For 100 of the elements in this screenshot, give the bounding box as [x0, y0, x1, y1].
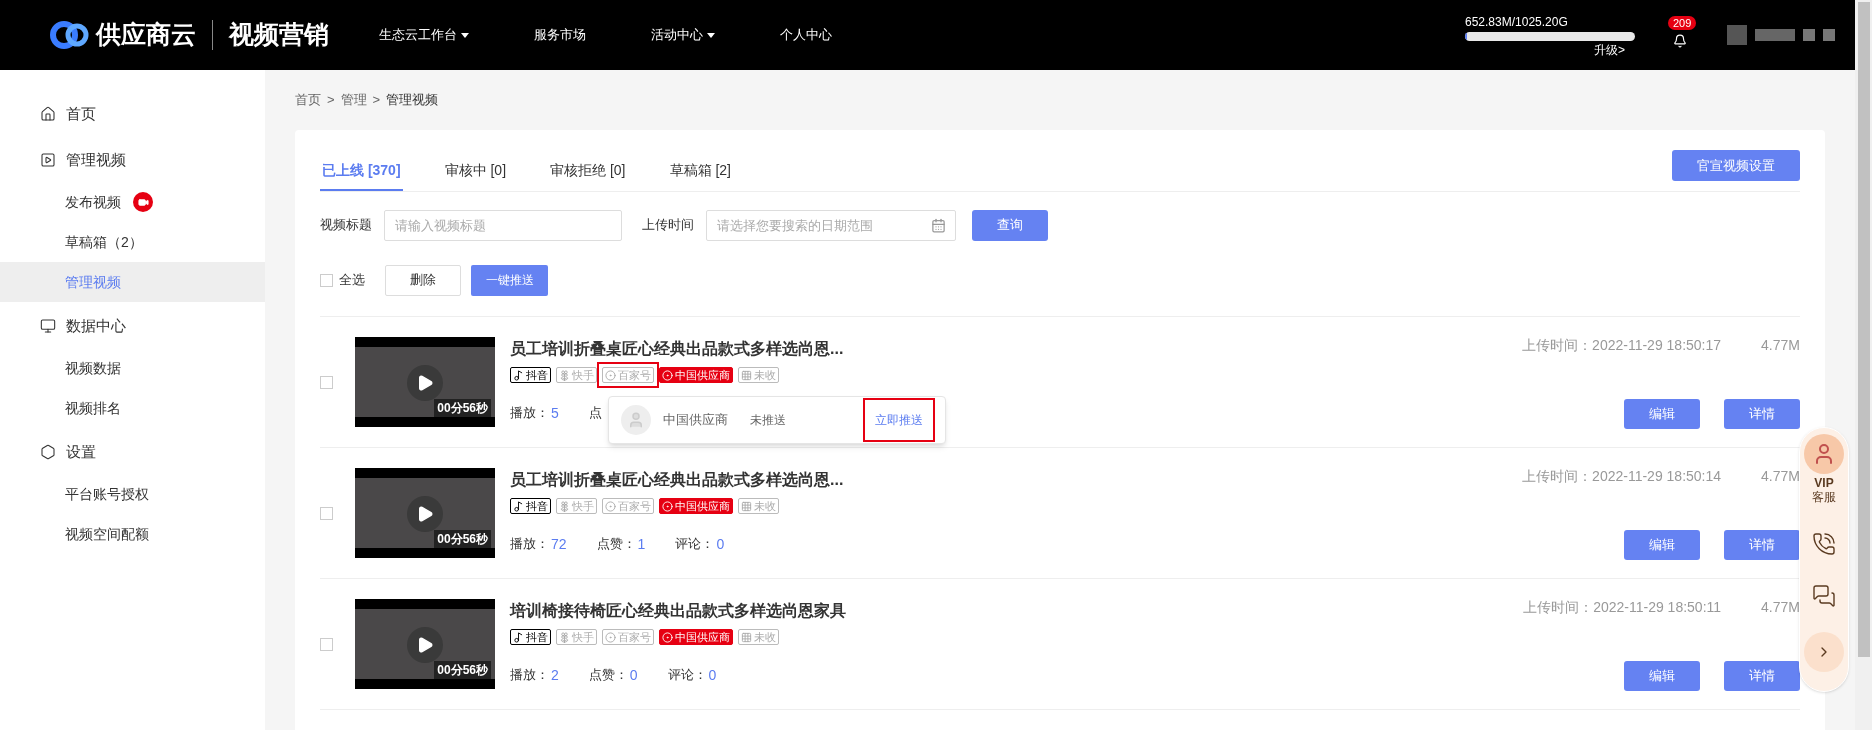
stat-value: 0: [708, 666, 717, 685]
stat-value: 0: [629, 666, 638, 685]
scrollbar[interactable]: [1855, 0, 1872, 730]
bell-icon[interactable]: [1673, 34, 1687, 48]
account-name: 中国供应商: [663, 411, 728, 430]
home-icon: [40, 106, 56, 122]
product-name: 视频营销: [229, 19, 329, 51]
circle-dot-icon: [605, 369, 616, 381]
logo-icon: [50, 18, 90, 52]
monitor-icon: [40, 318, 56, 334]
stat-label: 点赞：: [596, 535, 636, 553]
video-thumbnail-placeholder[interactable]: 00分56秒: [355, 599, 495, 689]
sidebar-item[interactable]: 平台账号授权: [0, 474, 265, 514]
video-duration: 00分56秒: [434, 530, 491, 548]
breadcrumb-link[interactable]: 首页: [295, 90, 321, 110]
breadcrumb-separator: >: [372, 91, 381, 110]
stat-label: 评论：: [667, 666, 707, 684]
chat-icon[interactable]: [1812, 584, 1836, 608]
platform-tag[interactable]: 中国供应商: [659, 367, 733, 383]
sidebar-group[interactable]: 设置: [0, 430, 265, 474]
platform-tag[interactable]: 抖音: [510, 498, 551, 514]
nav-link[interactable]: 个人中心: [780, 25, 832, 45]
upload-time: 上传时间：2022-11-29 18:50:14: [1522, 467, 1722, 486]
upgrade-link[interactable]: 升级>: [1594, 42, 1625, 57]
sidebar-group-label: 设置: [66, 441, 96, 462]
circle-dot-icon: [605, 631, 616, 643]
sidebar-group[interactable]: 首页: [0, 92, 265, 136]
checkbox[interactable]: [320, 506, 333, 520]
play-button[interactable]: [407, 365, 443, 401]
select-all-label: 全选: [339, 271, 365, 290]
filter-label: 上传时间: [642, 216, 694, 235]
video-title[interactable]: 员工培训折叠桌匠心经典出品款式多样选尚恩...: [510, 337, 844, 361]
stat-label: 播放：: [510, 535, 549, 553]
stat-value: 5: [551, 404, 559, 423]
play-icon: [416, 636, 434, 654]
checkbox[interactable]: [320, 375, 333, 389]
sidebar-item[interactable]: 视频空间配额: [0, 514, 265, 554]
file-size: 4.77M: [1761, 467, 1800, 486]
sidebar-item[interactable]: 视频排名: [0, 388, 265, 428]
platform-tag[interactable]: 抖音: [510, 629, 551, 645]
brand-name: 供应商云: [96, 19, 196, 51]
status-tab[interactable]: 已上线 [370]: [320, 160, 403, 191]
music-note-icon: [513, 369, 524, 381]
breadcrumb-link[interactable]: 管理: [340, 90, 367, 110]
nav-link[interactable]: 服务市场: [534, 25, 586, 45]
nav-link[interactable]: 活动中心: [651, 25, 715, 45]
sidebar-item[interactable]: 视频数据: [0, 348, 265, 388]
upload-time: 上传时间：2022-11-29 18:50:17: [1522, 336, 1722, 355]
person-silhouette-icon: [627, 411, 645, 429]
sidebar-item[interactable]: 草稿箱（2）: [0, 222, 265, 262]
stat-label: 评论：: [675, 535, 715, 553]
upload-time: 上传时间：2022-11-29 18:50:11: [1523, 598, 1722, 617]
video-duration: 00分56秒: [434, 399, 491, 417]
status-tab[interactable]: 草稿箱 [2]: [667, 160, 733, 191]
stat-label: 点: [588, 404, 602, 422]
nav-link[interactable]: 生态云工作台: [379, 25, 469, 45]
sidebar-group-label: 管理视频: [66, 149, 126, 170]
settings-icon: [40, 444, 56, 460]
sidebar-group[interactable]: 管理视频: [0, 138, 265, 182]
title-input-field[interactable]: 请输入视频标题: [384, 209, 622, 241]
music-note-icon: [513, 500, 524, 512]
notification-count: 209: [1668, 16, 1697, 30]
platform-tag[interactable]: 中国供应商: [659, 498, 733, 514]
sidebar-group[interactable]: 数据中心: [0, 304, 265, 348]
play-square-icon: [40, 152, 56, 168]
file-size: 4.77M: [1761, 598, 1800, 617]
circle-dot-icon: [662, 500, 673, 512]
checkbox[interactable]: [320, 637, 333, 651]
stat-value: 72: [551, 535, 567, 554]
status-tab[interactable]: 审核中 [0]: [442, 160, 509, 191]
play-icon: [416, 374, 434, 392]
circle-dot-icon: [662, 631, 673, 643]
checkbox[interactable]: [320, 273, 333, 287]
push-now-link[interactable]: 立即推送: [863, 398, 935, 442]
stat-value: 1: [637, 535, 646, 554]
agent-avatar[interactable]: [1804, 434, 1844, 474]
status-tab[interactable]: 审核拒绝 [0]: [548, 160, 628, 191]
play-button[interactable]: [407, 496, 443, 532]
platform-tag[interactable]: 抖音: [510, 367, 551, 383]
service-label: 客服: [1812, 490, 1836, 504]
video-title[interactable]: 员工培训折叠桌匠心经典出品款式多样选尚恩...: [510, 468, 844, 492]
grid-icon: [741, 631, 752, 643]
play-button[interactable]: [407, 627, 443, 663]
delete-button[interactable]: 删除: [385, 264, 461, 296]
date-range-field[interactable]: 请选择您要搜索的日期范围: [706, 209, 956, 241]
stat-value: 2: [551, 666, 559, 685]
play-icon: [416, 505, 434, 523]
stat-label: 点赞：: [588, 666, 628, 684]
grid-icon: [741, 369, 752, 381]
video-title[interactable]: 培训椅接待椅匠心经典出品款式多样选尚恩家具: [510, 599, 846, 623]
stat-value: 0: [716, 535, 725, 554]
flower-icon: [559, 369, 570, 381]
platform-tag[interactable]: 中国供应商: [659, 629, 733, 645]
video-thumbnail-placeholder[interactable]: 00分56秒: [355, 468, 495, 558]
phone-icon[interactable]: [1812, 532, 1836, 556]
video-thumbnail-placeholder[interactable]: 00分56秒: [355, 337, 495, 427]
sidebar-group-label: 数据中心: [66, 315, 126, 336]
blurred-block: [1803, 29, 1815, 41]
sidebar-item[interactable]: 发布视频: [0, 182, 265, 222]
breadcrumb-link[interactable]: 管理视频: [386, 90, 439, 110]
